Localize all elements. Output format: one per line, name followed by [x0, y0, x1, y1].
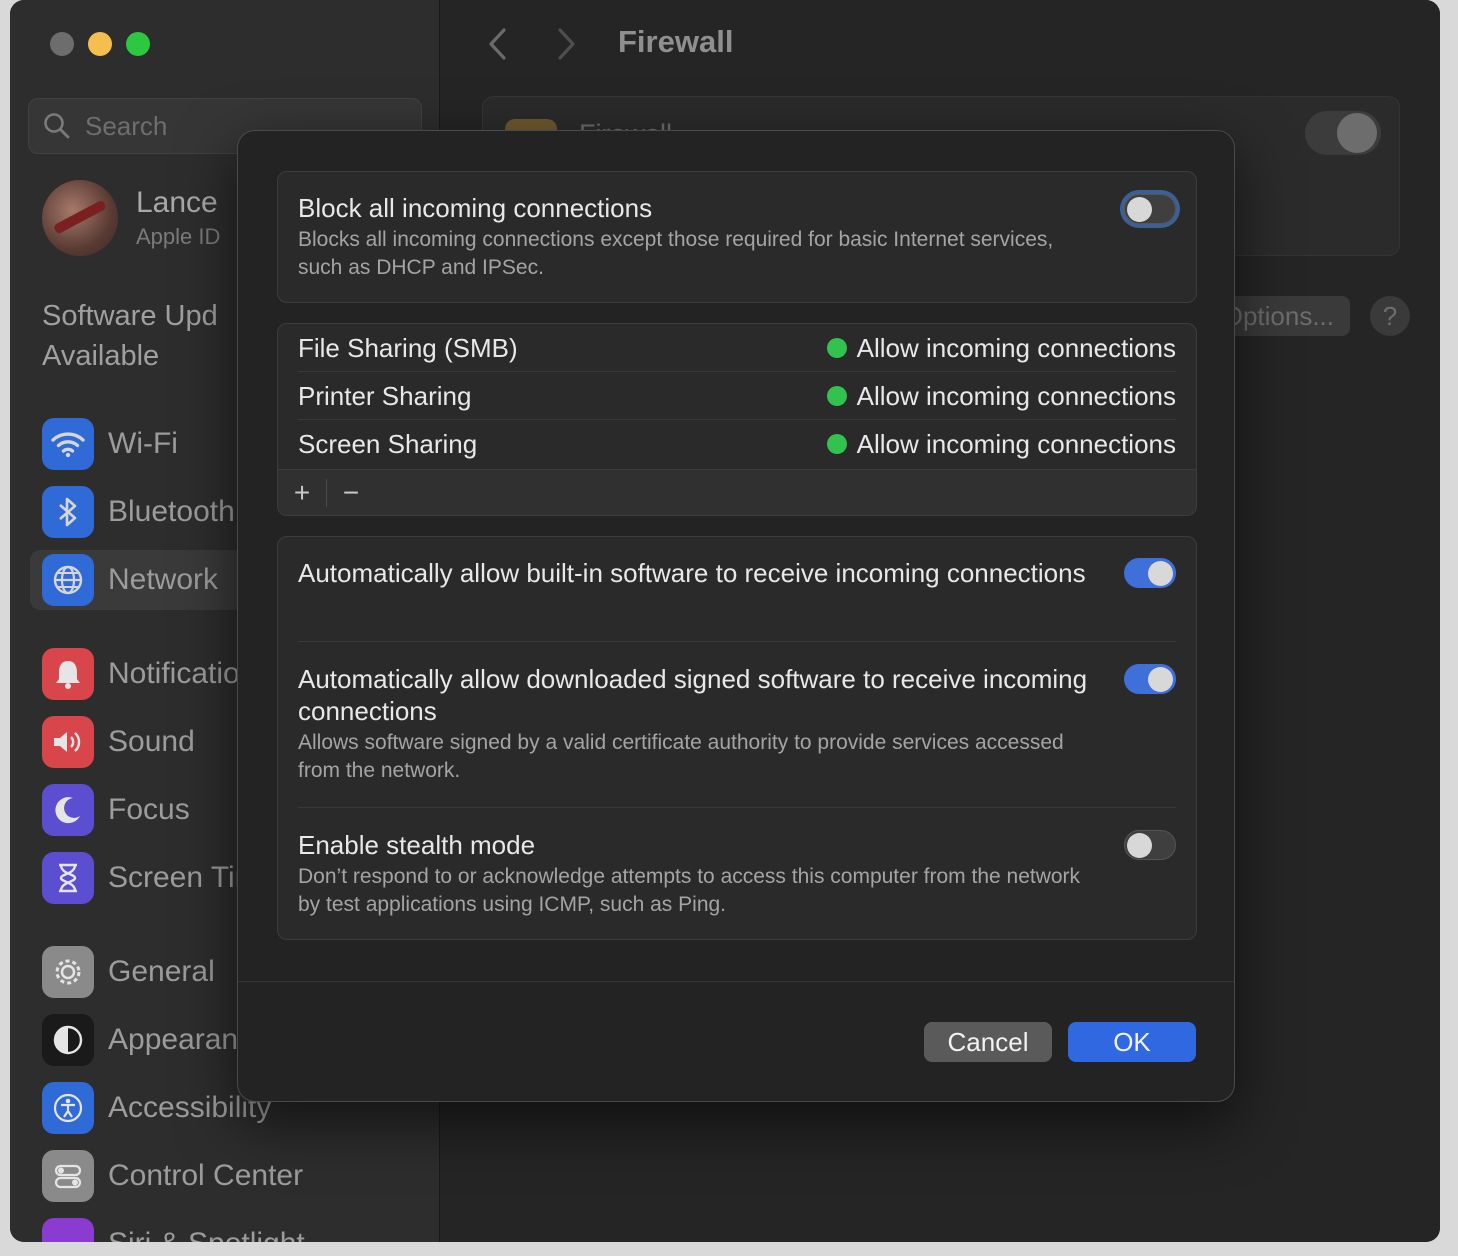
sidebar-item-label: Focus: [108, 793, 190, 826]
hourglass-icon: [42, 852, 94, 904]
software-update-notice[interactable]: Software Upd Available: [42, 296, 218, 376]
control-center-icon: [42, 1150, 94, 1202]
sidebar-item-label: Network: [108, 563, 219, 596]
wifi-icon: [42, 418, 94, 470]
help-button[interactable]: ?: [1370, 296, 1410, 336]
gear-icon: [42, 946, 94, 998]
back-arrow-icon[interactable]: [486, 26, 510, 62]
close-window-button[interactable]: [50, 32, 74, 56]
bell-icon: [42, 648, 94, 700]
auto-signed-title: Automatically allow downloaded signed so…: [298, 664, 1088, 726]
auto-signed-toggle[interactable]: [1124, 664, 1176, 694]
service-status[interactable]: Allow incoming connections: [826, 332, 1176, 364]
status-dot-icon: [826, 434, 847, 454]
table-row[interactable]: Printer Sharing Allow incoming connectio…: [278, 372, 1196, 420]
page-title: Firewall: [618, 24, 734, 59]
speaker-icon: [42, 716, 94, 768]
sidebar-item-label: Siri & Spotlight: [108, 1227, 305, 1242]
accessibility-icon: [42, 1082, 94, 1134]
service-name: Screen Sharing: [298, 428, 478, 459]
service-status-label: Allow incoming connections: [856, 428, 1176, 459]
auto-allow-group: Automatically allow built-in software to…: [277, 536, 1197, 940]
add-service-button[interactable]: +: [278, 470, 326, 516]
history-navigation: [486, 26, 578, 62]
status-dot-icon: [826, 386, 847, 406]
software-update-line2: Available: [42, 340, 160, 372]
service-status-label: Allow incoming connections: [856, 380, 1176, 411]
software-update-line1: Software Upd: [42, 300, 218, 332]
window-controls: [50, 32, 150, 56]
profile-subtitle: Apple ID: [136, 224, 221, 249]
appearance-icon: [42, 1014, 94, 1066]
auto-builtin-title: Automatically allow built-in software to…: [298, 558, 1086, 588]
services-list: File Sharing (SMB) Allow incoming connec…: [277, 323, 1197, 516]
forward-arrow-icon[interactable]: [554, 26, 578, 62]
siri-icon: [42, 1218, 94, 1242]
service-name: Printer Sharing: [298, 380, 472, 411]
avatar: [42, 180, 118, 256]
stealth-mode-toggle[interactable]: [1124, 830, 1176, 860]
remove-service-button[interactable]: −: [327, 470, 375, 516]
auto-builtin-toggle[interactable]: [1124, 558, 1176, 588]
service-status[interactable]: Allow incoming connections: [826, 428, 1176, 460]
service-name: File Sharing (SMB): [298, 332, 518, 363]
status-dot-icon: [826, 338, 847, 358]
globe-icon: [42, 554, 94, 606]
stealth-mode-title: Enable stealth mode: [298, 830, 536, 860]
options-button-label: Options...: [1222, 300, 1334, 331]
stealth-mode-description: Don’t respond to or acknowledge attempts…: [298, 865, 1081, 916]
block-all-title: Block all incoming connections: [298, 193, 653, 223]
service-status[interactable]: Allow incoming connections: [826, 380, 1176, 412]
block-all-group: Block all incoming connections Blocks al…: [277, 171, 1197, 303]
sidebar-item-label: Control Center: [108, 1159, 304, 1192]
system-settings-window: Lance Apple ID Software Upd Available Wi…: [10, 0, 1440, 1242]
table-row[interactable]: File Sharing (SMB) Allow incoming connec…: [278, 324, 1196, 372]
service-status-label: Allow incoming connections: [856, 332, 1176, 363]
ok-button[interactable]: OK: [1068, 1022, 1196, 1062]
table-row[interactable]: Screen Sharing Allow incoming connection…: [278, 420, 1196, 468]
moon-icon: [42, 784, 94, 836]
profile-name: Lance: [136, 186, 218, 219]
sidebar-item-control-center[interactable]: Control Center: [30, 1146, 430, 1206]
sidebar-item-siri-spotlight[interactable]: Siri & Spotlight: [30, 1214, 430, 1242]
block-all-description: Blocks all incoming connections except t…: [298, 228, 1054, 279]
auto-signed-description: Allows software signed by a valid certif…: [298, 731, 1064, 782]
cancel-button[interactable]: Cancel: [924, 1022, 1052, 1062]
apple-id-profile[interactable]: Lance Apple ID: [42, 180, 220, 256]
maximize-window-button[interactable]: [126, 32, 150, 56]
sidebar-item-label: Wi-Fi: [108, 427, 178, 460]
bluetooth-icon: [42, 486, 94, 538]
firewall-toggle[interactable]: [1305, 111, 1381, 155]
services-toolbar: + −: [278, 469, 1196, 515]
sidebar-item-label: Sound: [108, 725, 195, 758]
block-all-toggle[interactable]: [1124, 194, 1176, 224]
sidebar-item-label: Bluetooth: [108, 495, 235, 528]
firewall-options-dialog: Block all incoming connections Blocks al…: [237, 130, 1235, 1102]
search-icon: [44, 113, 70, 139]
minimize-window-button[interactable]: [88, 32, 112, 56]
sidebar-item-label: General: [108, 955, 215, 988]
